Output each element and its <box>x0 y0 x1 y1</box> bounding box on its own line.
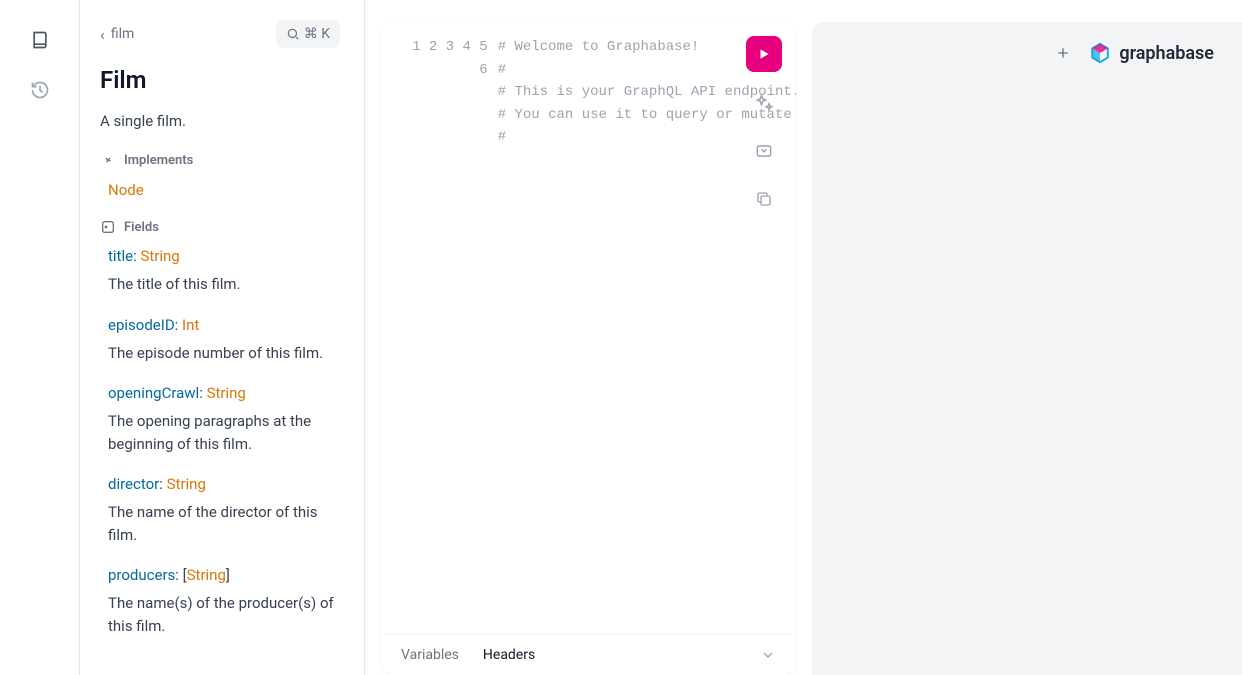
implements-type-link[interactable]: Node <box>108 181 144 199</box>
implements-icon <box>100 152 116 168</box>
field-type-link[interactable]: String <box>140 247 179 265</box>
implements-label: Implements <box>124 153 193 168</box>
docs-icon[interactable] <box>30 30 50 50</box>
search-shortcut: ⌘ K <box>304 26 330 42</box>
plus-icon <box>1055 45 1071 61</box>
search-button[interactable]: ⌘ K <box>276 20 340 48</box>
field-description: The title of this film. <box>108 273 340 296</box>
field-name-link[interactable]: openingCrawl <box>108 384 199 402</box>
field-description: The episode number of this film. <box>108 342 340 365</box>
chevron-left-icon: ‹ <box>100 25 105 44</box>
line-gutter: 1 2 3 4 5 6 <box>389 36 498 634</box>
field-type-link[interactable]: String <box>167 475 206 493</box>
field-name-link[interactable]: producers <box>108 566 175 584</box>
field-description: The opening paragraphs at the beginning … <box>108 410 340 455</box>
search-icon <box>286 27 300 41</box>
fields-list: title: StringThe title of this film.epis… <box>100 247 340 637</box>
execute-button[interactable] <box>746 36 782 72</box>
field-name-link[interactable]: director <box>108 475 159 493</box>
response-panel: graphabase <box>812 22 1242 675</box>
fields-icon <box>100 219 116 235</box>
copy-icon <box>755 190 773 208</box>
field-description: The name(s) of the producer(s) of this f… <box>108 592 340 637</box>
breadcrumb-label: film <box>111 26 134 42</box>
left-rail <box>0 0 80 675</box>
play-icon <box>757 47 771 61</box>
tabs-expand-button[interactable] <box>760 647 776 663</box>
field-name-link[interactable]: episodeID <box>108 316 175 334</box>
fields-section-label: Fields <box>100 219 340 235</box>
field-type-link[interactable]: String <box>187 566 226 584</box>
code-editor[interactable]: 1 2 3 4 5 6 # Welcome to Graphabase! # #… <box>381 22 796 634</box>
schema-panel: ‹ film ⌘ K Film A single film. Implement… <box>80 0 365 675</box>
sparkle-icon <box>754 93 774 113</box>
field-type-link[interactable]: Int <box>182 316 199 334</box>
field-entry: director: StringThe name of the director… <box>108 475 340 546</box>
brand-logo-icon <box>1089 42 1111 64</box>
field-name-link[interactable]: title <box>108 247 133 265</box>
field-entry: openingCrawl: StringThe opening paragrap… <box>108 384 340 455</box>
field-description: The name of the director of this film. <box>108 501 340 546</box>
tab-variables[interactable]: Variables <box>401 647 459 663</box>
breadcrumb[interactable]: ‹ film <box>100 25 134 44</box>
merge-icon <box>754 141 774 161</box>
fields-label: Fields <box>124 220 159 235</box>
field-entry: episodeID: IntThe episode number of this… <box>108 316 340 365</box>
prettify-button[interactable] <box>747 86 781 120</box>
schema-description: A single film. <box>100 112 340 130</box>
tab-headers[interactable]: Headers <box>483 647 535 663</box>
editor-panel: 1 2 3 4 5 6 # Welcome to Graphabase! # #… <box>365 0 812 675</box>
copy-button[interactable] <box>747 182 781 216</box>
chevron-down-icon <box>760 647 776 663</box>
brand-link[interactable]: graphabase <box>1089 42 1214 64</box>
add-tab-button[interactable] <box>1055 45 1071 61</box>
field-type-link[interactable]: String <box>207 384 246 402</box>
implements-section-label: Implements <box>100 152 340 168</box>
field-entry: title: StringThe title of this film. <box>108 247 340 296</box>
merge-button[interactable] <box>747 134 781 168</box>
schema-title: Film <box>100 66 340 94</box>
brand-name: graphabase <box>1119 43 1214 64</box>
history-icon[interactable] <box>30 80 50 100</box>
field-entry: producers: [String]The name(s) of the pr… <box>108 566 340 637</box>
